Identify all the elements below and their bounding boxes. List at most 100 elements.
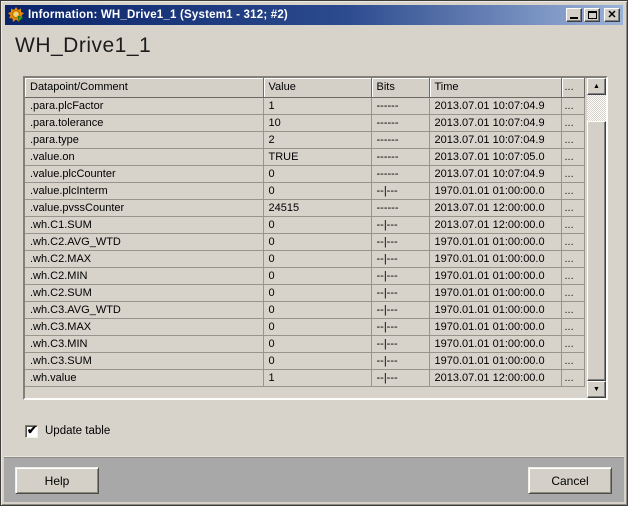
value-cell: 0 bbox=[263, 301, 371, 318]
value-cell: TRUE bbox=[263, 148, 371, 165]
bits-cell: --|--- bbox=[371, 369, 429, 386]
value-cell: 0 bbox=[263, 318, 371, 335]
bits-cell: --|--- bbox=[371, 182, 429, 199]
title-bar[interactable]: Information: WH_Drive1_1 (System1 - 312;… bbox=[5, 5, 623, 25]
value-cell: 0 bbox=[263, 267, 371, 284]
table-body: .para.plcFactor 1 ------ 2013.07.01 10:0… bbox=[25, 97, 584, 386]
table-row[interactable]: .wh.C1.SUM 0 --|--- 2013.07.01 12:00:00.… bbox=[25, 216, 584, 233]
table-row[interactable]: .para.tolerance 10 ------ 2013.07.01 10:… bbox=[25, 114, 584, 131]
bits-cell: --|--- bbox=[371, 216, 429, 233]
value-cell: 0 bbox=[263, 335, 371, 352]
value-cell: 10 bbox=[263, 114, 371, 131]
vertical-scrollbar[interactable]: ▲ ▼ bbox=[587, 78, 606, 398]
table-row[interactable]: .value.pvssCounter 24515 ------ 2013.07.… bbox=[25, 199, 584, 216]
datapoint-cell: .wh.C2.SUM bbox=[25, 284, 263, 301]
datapoint-cell: .wh.C3.SUM bbox=[25, 352, 263, 369]
table-row[interactable]: .wh.C3.MAX 0 --|--- 1970.01.01 01:00:00.… bbox=[25, 318, 584, 335]
time-cell: 1970.01.01 01:00:00.0 bbox=[429, 250, 561, 267]
table-row[interactable]: .value.plcInterm 0 --|--- 1970.01.01 01:… bbox=[25, 182, 584, 199]
table-row[interactable]: .wh.C3.MIN 0 --|--- 1970.01.01 01:00:00.… bbox=[25, 335, 584, 352]
bits-cell: --|--- bbox=[371, 250, 429, 267]
bits-cell: ------ bbox=[371, 199, 429, 216]
datapoint-cell: .para.type bbox=[25, 131, 263, 148]
bits-cell: --|--- bbox=[371, 301, 429, 318]
more-cell: ... bbox=[561, 250, 584, 267]
more-cell: ... bbox=[561, 165, 584, 182]
help-button[interactable]: Help bbox=[15, 467, 99, 494]
time-cell: 1970.01.01 01:00:00.0 bbox=[429, 233, 561, 250]
value-cell: 1 bbox=[263, 97, 371, 114]
more-cell: ... bbox=[561, 369, 584, 386]
bits-cell: --|--- bbox=[371, 318, 429, 335]
value-cell: 0 bbox=[263, 250, 371, 267]
more-cell: ... bbox=[561, 97, 584, 114]
more-cell: ... bbox=[561, 284, 584, 301]
more-cell: ... bbox=[561, 233, 584, 250]
table-row[interactable]: .wh.C2.SUM 0 --|--- 1970.01.01 01:00:00.… bbox=[25, 284, 584, 301]
close-icon: ✕ bbox=[607, 10, 616, 20]
maximize-icon bbox=[588, 11, 597, 19]
table-row[interactable]: .wh.C2.AVG_WTD 0 --|--- 1970.01.01 01:00… bbox=[25, 233, 584, 250]
table-row[interactable]: .value.plcCounter 0 ------ 2013.07.01 10… bbox=[25, 165, 584, 182]
bits-cell: --|--- bbox=[371, 284, 429, 301]
time-cell: 1970.01.01 01:00:00.0 bbox=[429, 284, 561, 301]
time-cell: 1970.01.01 01:00:00.0 bbox=[429, 267, 561, 284]
bits-cell: --|--- bbox=[371, 335, 429, 352]
datapoint-cell: .wh.C2.MIN bbox=[25, 267, 263, 284]
datapoint-cell: .wh.C2.MAX bbox=[25, 250, 263, 267]
column-header-bits[interactable]: Bits bbox=[371, 78, 429, 97]
table-row[interactable]: .para.plcFactor 1 ------ 2013.07.01 10:0… bbox=[25, 97, 584, 114]
more-cell: ... bbox=[561, 199, 584, 216]
bits-cell: ------ bbox=[371, 97, 429, 114]
more-cell: ... bbox=[561, 318, 584, 335]
bits-cell: --|--- bbox=[371, 352, 429, 369]
datapoint-cell: .wh.C2.AVG_WTD bbox=[25, 233, 263, 250]
cancel-button[interactable]: Cancel bbox=[528, 467, 612, 494]
update-table-checkbox[interactable]: ✔ bbox=[25, 425, 38, 438]
time-cell: 2013.07.01 12:00:00.0 bbox=[429, 216, 561, 233]
table-row[interactable]: .wh.C2.MIN 0 --|--- 1970.01.01 01:00:00.… bbox=[25, 267, 584, 284]
close-button[interactable]: ✕ bbox=[604, 8, 620, 22]
more-cell: ... bbox=[561, 131, 584, 148]
time-cell: 1970.01.01 01:00:00.0 bbox=[429, 182, 561, 199]
datapoint-cell: .value.plcCounter bbox=[25, 165, 263, 182]
information-dialog: Information: WH_Drive1_1 (System1 - 312;… bbox=[0, 0, 628, 506]
bits-cell: ------ bbox=[371, 148, 429, 165]
time-cell: 1970.01.01 01:00:00.0 bbox=[429, 318, 561, 335]
update-table-option[interactable]: ✔ Update table bbox=[25, 423, 110, 439]
table-row[interactable]: .wh.C3.SUM 0 --|--- 1970.01.01 01:00:00.… bbox=[25, 352, 584, 369]
scroll-down-button[interactable]: ▼ bbox=[587, 381, 606, 398]
scrollbar-thumb[interactable] bbox=[587, 121, 606, 381]
scroll-down-icon: ▼ bbox=[593, 386, 600, 393]
value-cell: 0 bbox=[263, 165, 371, 182]
column-header-datapoint[interactable]: Datapoint/Comment bbox=[25, 78, 263, 97]
bits-cell: ------ bbox=[371, 131, 429, 148]
window-title: Information: WH_Drive1_1 (System1 - 312;… bbox=[28, 9, 564, 21]
minimize-button[interactable] bbox=[566, 8, 582, 22]
checkmark-icon: ✔ bbox=[27, 425, 37, 435]
table-row[interactable]: .wh.C2.MAX 0 --|--- 1970.01.01 01:00:00.… bbox=[25, 250, 584, 267]
datapoint-table: Datapoint/Comment Value Bits Time ... .p… bbox=[23, 76, 608, 400]
column-header-more[interactable]: ... bbox=[561, 78, 584, 97]
table-row[interactable]: .para.type 2 ------ 2013.07.01 10:07:04.… bbox=[25, 131, 584, 148]
datapoint-cell: .wh.C3.AVG_WTD bbox=[25, 301, 263, 318]
more-cell: ... bbox=[561, 301, 584, 318]
value-cell: 2 bbox=[263, 131, 371, 148]
value-cell: 0 bbox=[263, 182, 371, 199]
table-row[interactable]: .wh.value 1 --|--- 2013.07.01 12:00:00.0… bbox=[25, 369, 584, 386]
column-header-value[interactable]: Value bbox=[263, 78, 371, 97]
time-cell: 2013.07.01 12:00:00.0 bbox=[429, 369, 561, 386]
maximize-button[interactable] bbox=[584, 8, 600, 22]
datapoint-cell: .wh.value bbox=[25, 369, 263, 386]
datapoint-cell: .wh.C1.SUM bbox=[25, 216, 263, 233]
datapoint-cell: .value.on bbox=[25, 148, 263, 165]
scroll-up-button[interactable]: ▲ bbox=[587, 78, 606, 95]
time-cell: 2013.07.01 12:00:00.0 bbox=[429, 199, 561, 216]
table-row[interactable]: .value.on TRUE ------ 2013.07.01 10:07:0… bbox=[25, 148, 584, 165]
table-row[interactable]: .wh.C3.AVG_WTD 0 --|--- 1970.01.01 01:00… bbox=[25, 301, 584, 318]
value-cell: 0 bbox=[263, 233, 371, 250]
button-bar: Help Cancel bbox=[4, 457, 624, 502]
value-cell: 24515 bbox=[263, 199, 371, 216]
datapoint-cell: .wh.C3.MIN bbox=[25, 335, 263, 352]
column-header-time[interactable]: Time bbox=[429, 78, 561, 97]
